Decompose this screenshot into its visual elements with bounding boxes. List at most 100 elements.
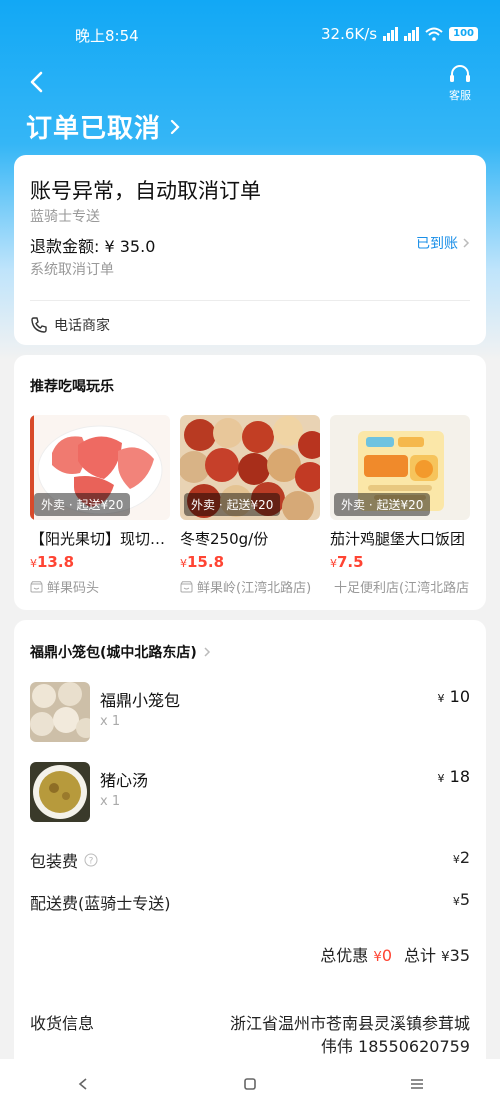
call-merchant-label: 电话商家 [54, 318, 110, 334]
delivery-fee: ¥5 [453, 890, 470, 914]
fee-value: 5 [459, 890, 470, 909]
service-label: 客服 [449, 89, 471, 102]
recommend-title: 推荐吃喝玩乐 [30, 379, 114, 395]
packing-fee-label-wrap: 包装费 ? [30, 848, 98, 872]
nav-back-button[interactable] [63, 1076, 103, 1095]
delivery-tag: 外卖 · 起送¥20 [184, 493, 281, 516]
recommend-item[interactable]: 外卖 · 起送¥20 茄汁鸡腿堡大口饭团 ¥7.5 十足便利店(江湾北路店) [330, 415, 470, 596]
currency: ¥ [452, 895, 460, 908]
recommend-item[interactable]: 外卖 · 起送¥20 冬枣250g/份 ¥15.8 鲜果岭(江湾北路店) [180, 415, 320, 596]
packing-fee-row: 包装费 ? ¥2 [30, 848, 470, 872]
currency: ¥ [441, 950, 450, 965]
shop-name: 鲜果码头 [47, 581, 100, 596]
packing-fee-label: 包装费 [30, 852, 79, 871]
product-image-grapefruit: 外卖 · 起送¥20 [30, 415, 170, 520]
product-image-rice-ball: 外卖 · 起送¥20 [330, 415, 470, 520]
discount-label: 总优惠 [320, 946, 369, 965]
product-name: 茄汁鸡腿堡大口饭团 [330, 530, 466, 548]
order-item[interactable]: 猪心汤 x 1 ¥ 18 [30, 762, 470, 826]
delivery-fee-row: 配送费(蓝骑士专送) ¥5 [30, 890, 470, 914]
refund-amount: 退款金额: ¥ 35.0 [30, 237, 156, 256]
price-value: 13.8 [37, 553, 75, 571]
recommend-list[interactable]: 外卖 · 起送¥20 【阳光果切】现切西柚 ¥13.8 鲜果码头 外卖 · 起送… [30, 415, 486, 600]
shop-label: 鲜果岭(江湾北路店) [180, 577, 320, 596]
cancel-source: 系统取消订单 [30, 262, 114, 278]
delivery-tag: 外卖 · 起送¥20 [34, 493, 131, 516]
currency: ¥ [437, 772, 445, 785]
refund-status-label: 已到账 [416, 236, 458, 252]
fee-value: 2 [459, 848, 470, 867]
delivery-tag: 外卖 · 起送¥20 [334, 493, 431, 516]
shop-name: 鲜果岭(江湾北路店) [197, 581, 312, 596]
soup-thumbnail [30, 762, 90, 822]
status-icons: 32.6K/s 100 [321, 25, 478, 43]
store-icon [180, 580, 193, 592]
help-icon[interactable]: ? [84, 853, 98, 867]
delivery-fee-label: 配送费(蓝骑士专送) [30, 894, 171, 913]
store-icon [30, 580, 43, 592]
dumpling-image [30, 682, 90, 742]
item-quantity: x 1 [100, 714, 121, 729]
currency: ¥ [452, 853, 460, 866]
back-icon [79, 1077, 87, 1090]
price-value: 7.5 [337, 553, 364, 571]
phone-icon [31, 317, 47, 333]
product-price: ¥7.5 [330, 553, 364, 571]
product-name: 冬枣250g/份 [180, 530, 269, 548]
status-bar: 晚上8:54 32.6K/s 100 [0, 0, 500, 70]
shop-link[interactable]: 福鼎小笼包(城中北路东店) [30, 642, 211, 662]
menu-icon [410, 1078, 423, 1089]
product-price: ¥15.8 [180, 553, 225, 571]
refund-status-link[interactable]: 已到账 [416, 233, 470, 253]
nav-menu-button[interactable] [397, 1076, 437, 1095]
order-status-title: 订单已取消 [26, 114, 162, 144]
nav-home-button[interactable] [230, 1076, 270, 1095]
packing-fee: ¥2 [453, 848, 470, 872]
delivery-contact: 伟伟 18550620759 [320, 1037, 470, 1056]
item-name: 福鼎小笼包 [100, 691, 181, 710]
discount-value: 0 [381, 946, 393, 965]
signal-icon [383, 27, 399, 41]
cancel-info-card: 账号异常，自动取消订单 蓝骑士专送 退款金额: ¥ 35.0 已到账 系统取消订… [14, 155, 486, 345]
total-value: 35 [449, 946, 470, 965]
customer-service-button[interactable]: 客服 [448, 64, 472, 103]
call-merchant-button[interactable]: 电话商家 [30, 315, 110, 335]
dumpling-thumbnail [30, 682, 90, 742]
shop-label: 鲜果码头 [30, 577, 170, 596]
item-name: 猪心汤 [100, 771, 149, 790]
discount: 总优惠 ¥0 [320, 942, 392, 966]
chevron-left-icon [30, 71, 43, 93]
svg-text:?: ? [89, 857, 94, 867]
chevron-right-icon [463, 238, 470, 248]
address-label: 收货信息 [30, 1014, 95, 1033]
item-price: ¥ 18 [438, 767, 470, 786]
chevron-right-icon [204, 647, 210, 657]
shop-label: 十足便利店(江湾北路店) [330, 577, 470, 596]
network-speed: 32.6K/s [321, 25, 378, 43]
shop-name: 十足便利店(江湾北路店) [334, 581, 470, 596]
product-price: ¥13.8 [30, 553, 75, 571]
signal-icon-2 [404, 27, 420, 41]
item-price: ¥ 10 [438, 687, 470, 706]
headset-icon [450, 65, 470, 82]
price-value: 15.8 [187, 553, 225, 571]
page-title[interactable]: 订单已取消 [26, 108, 181, 145]
currency: ¥ [373, 950, 382, 965]
currency: ¥ [437, 692, 445, 705]
delivery-address: 浙江省温州市苍南县灵溪镇参茸城 [229, 1014, 470, 1033]
divider [30, 300, 470, 301]
product-image-jujube: 外卖 · 起送¥20 [180, 415, 320, 520]
back-button[interactable] [24, 68, 52, 96]
order-detail-card: 福鼎小笼包(城中北路东店) 福鼎小笼包 x 1 ¥ 10 猪心汤 x 1 ¥ 1… [14, 620, 486, 1060]
recommend-item[interactable]: 外卖 · 起送¥20 【阳光果切】现切西柚 ¥13.8 鲜果码头 [30, 415, 170, 596]
price-value: 18 [449, 767, 470, 786]
order-totals: 总优惠 ¥0 总计 ¥35 [320, 942, 470, 966]
system-nav-bar [0, 1059, 500, 1111]
wifi-icon [425, 27, 443, 41]
price-value: 10 [449, 687, 470, 706]
chevron-right-icon [170, 119, 180, 134]
product-name: 【阳光果切】现切西柚 [30, 530, 170, 548]
home-icon [244, 1077, 256, 1090]
order-item[interactable]: 福鼎小笼包 x 1 ¥ 10 [30, 682, 470, 746]
cancel-reason: 账号异常，自动取消订单 [30, 179, 261, 203]
